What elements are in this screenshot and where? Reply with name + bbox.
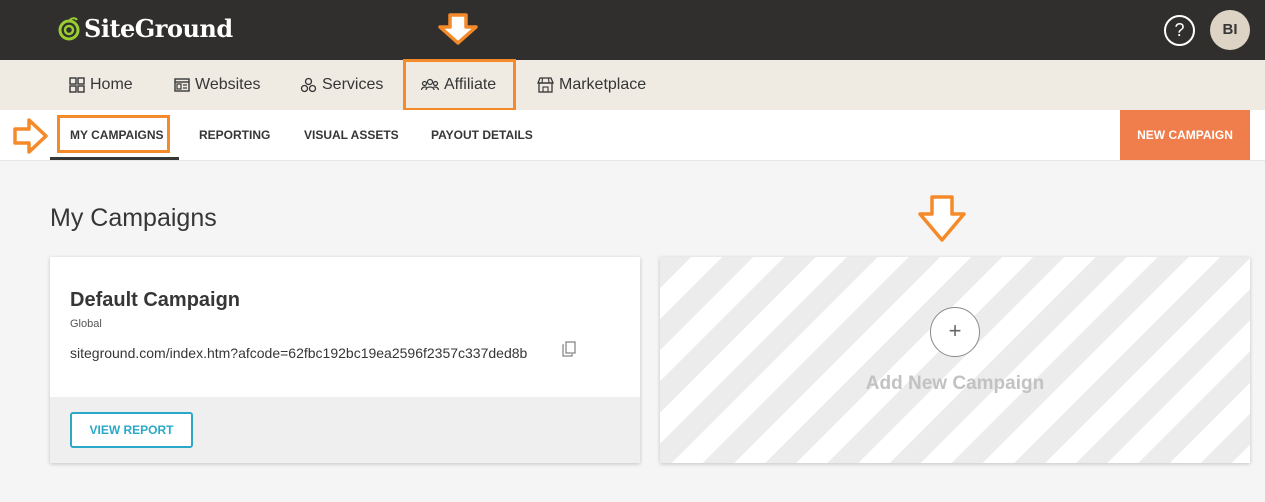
nav-item-label: Marketplace — [559, 76, 647, 93]
campaign-title: Default Campaign — [70, 289, 241, 311]
page-title: My Campaigns — [50, 204, 217, 232]
copy-icon[interactable] — [562, 341, 576, 357]
store-icon — [537, 77, 554, 93]
nav-item-services[interactable]: Services — [300, 60, 383, 110]
plus-icon: + — [930, 307, 980, 357]
active-tab-indicator — [50, 157, 179, 160]
campaign-region: Global — [70, 318, 102, 330]
nav-item-label: Home — [90, 76, 133, 93]
browser-icon — [174, 78, 190, 92]
main-nav: Home Websites Services Affiliate Marketp… — [0, 60, 1265, 110]
logo-text: SiteGround — [84, 14, 233, 43]
add-new-campaign-label: Add New Campaign — [865, 373, 1045, 394]
user-avatar[interactable]: BI — [1210, 10, 1250, 50]
nav-item-label: Websites — [195, 76, 261, 93]
nav-item-marketplace[interactable]: Marketplace — [537, 60, 646, 110]
campaign-card: Default Campaign Global siteground.com/i… — [50, 257, 640, 463]
down-arrow-icon — [918, 195, 966, 242]
grid-icon — [69, 77, 85, 93]
add-new-campaign-card[interactable]: + Add New Campaign — [660, 257, 1250, 463]
new-campaign-button[interactable]: NEW CAMPAIGN — [1120, 110, 1250, 160]
my-campaigns-highlight — [57, 115, 170, 153]
top-bar: SiteGround ? BI — [0, 0, 1265, 60]
view-report-button[interactable]: VIEW REPORT — [70, 412, 193, 448]
help-button[interactable]: ? — [1164, 15, 1195, 46]
campaign-card-footer: VIEW REPORT — [50, 397, 640, 463]
tab-payout-details[interactable]: PAYOUT DETAILS — [431, 110, 533, 160]
nav-item-websites[interactable]: Websites — [174, 60, 261, 110]
tab-visual-assets[interactable]: VISUAL ASSETS — [304, 110, 399, 160]
nav-item-home[interactable]: Home — [69, 60, 133, 110]
tab-reporting[interactable]: REPORTING — [199, 110, 270, 160]
siteground-logo[interactable]: SiteGround — [58, 14, 233, 43]
right-arrow-icon — [13, 118, 48, 154]
campaign-url: siteground.com/index.htm?afcode=62fbc192… — [70, 345, 528, 361]
down-arrow-icon — [438, 13, 478, 45]
sub-nav: MY CAMPAIGNS REPORTING VISUAL ASSETS PAY… — [0, 110, 1265, 161]
siteground-logo-icon — [58, 16, 80, 40]
nav-item-label: Services — [322, 76, 384, 93]
affiliate-highlight — [403, 59, 516, 111]
cubes-icon — [300, 77, 317, 93]
